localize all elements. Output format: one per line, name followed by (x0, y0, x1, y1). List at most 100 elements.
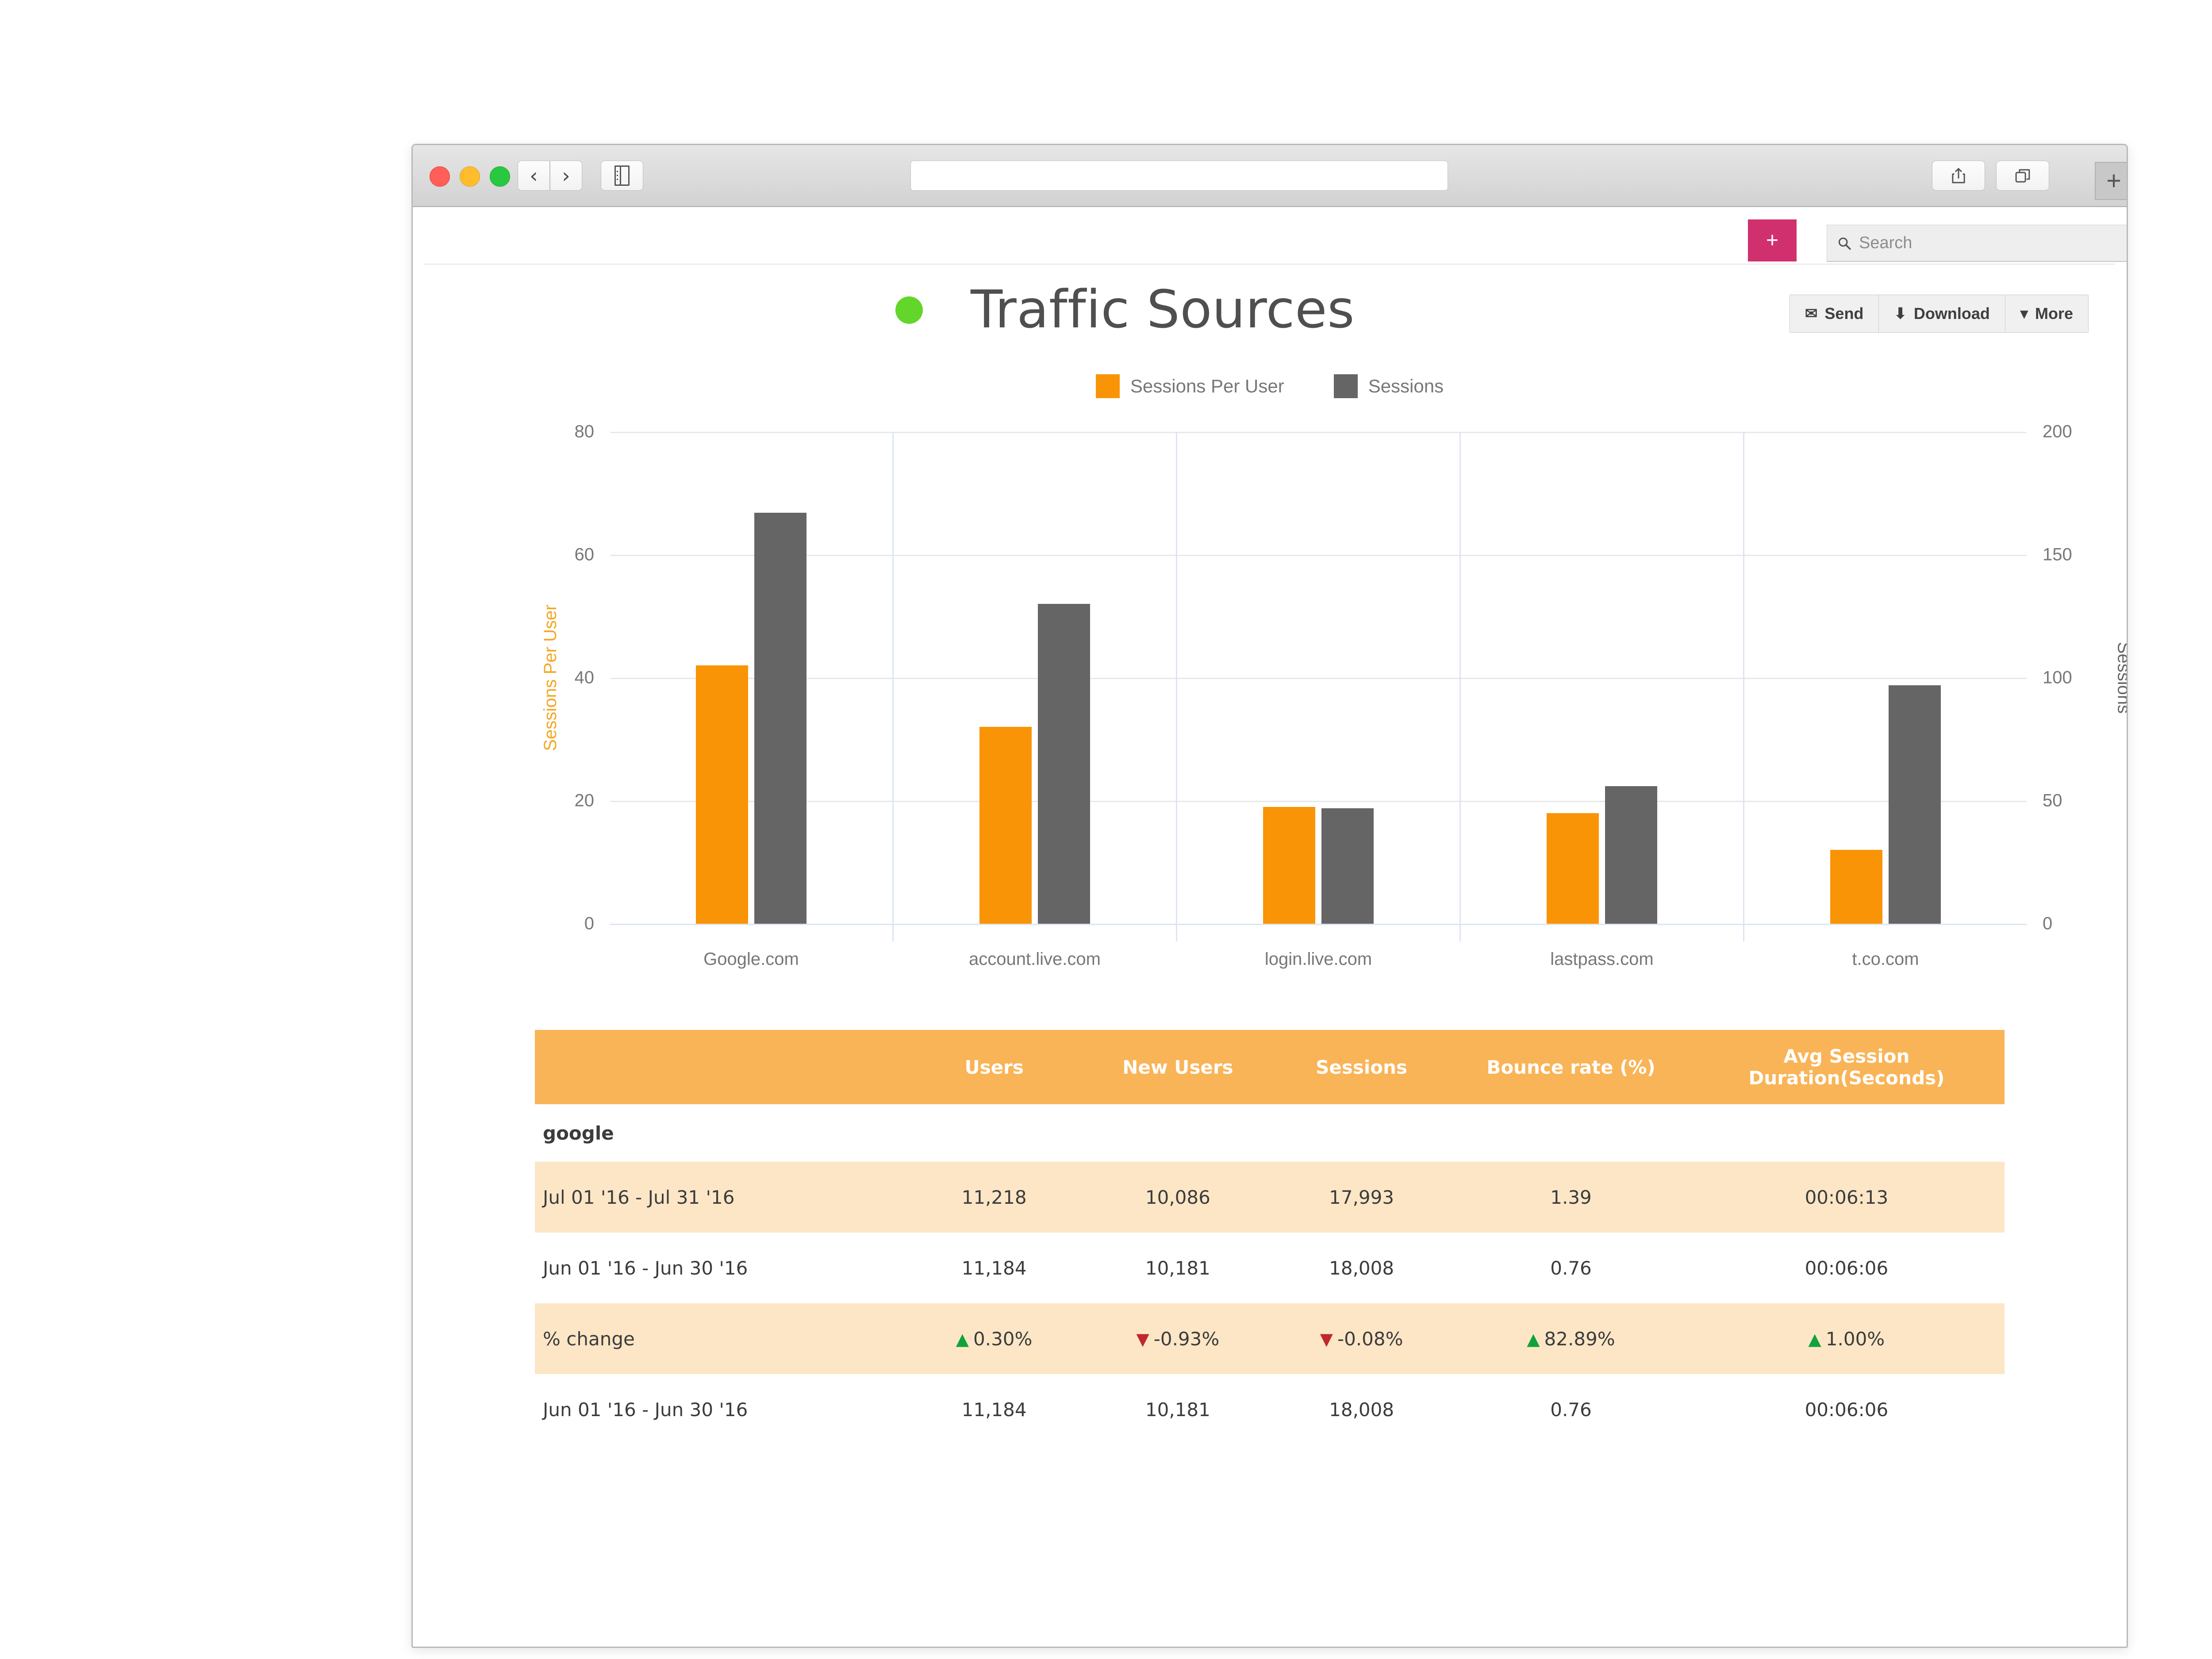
table-group-label: google (535, 1104, 2005, 1162)
metrics-table: Users New Users Sessions Bounce rate (%)… (424, 1030, 2115, 1445)
legend-item-sessions-per-user[interactable]: Sessions Per User (1095, 374, 1284, 398)
x-axis-tick-label: account.live.com (969, 949, 1101, 969)
table-cell-duration: 00:06:06 (1688, 1374, 2005, 1445)
table-cell-new-users: ▼ -0.93% (1086, 1303, 1270, 1374)
x-axis-tick-mark (892, 924, 894, 941)
bar-sessions[interactable] (754, 513, 806, 924)
table-cell-users: 11,184 (902, 1233, 1086, 1303)
table-cell-value: -0.08% (1337, 1328, 1403, 1350)
show-tabs-button[interactable] (1996, 161, 2049, 191)
chart-category-group: t.co.com (1744, 432, 2027, 969)
browser-titlebar: ‹ › + (413, 145, 2127, 207)
column-header-users: Users (902, 1030, 1086, 1104)
column-header-avg-session-duration: Avg Session Duration(Seconds) (1688, 1030, 2005, 1104)
table-cell-value: 0.30% (973, 1328, 1033, 1350)
chart-category-group: login.live.com (1177, 432, 1461, 969)
app-toolbar: + Search (424, 207, 2127, 265)
chevron-left-icon: ‹ (530, 164, 538, 188)
table-cell-value: 82.89% (1544, 1328, 1615, 1350)
x-axis-tick-mark (1743, 924, 1744, 941)
sidebar-toggle-button[interactable] (601, 161, 643, 191)
table-cell-sessions: 18,008 (1270, 1374, 1454, 1445)
caret-down-icon: ▾ (2020, 305, 2028, 322)
bar-sessions[interactable] (1321, 808, 1374, 924)
back-button[interactable]: ‹ (518, 161, 550, 191)
more-button[interactable]: ▾ More (2005, 295, 2088, 332)
bar-sessions-per-user[interactable] (979, 727, 1032, 924)
x-axis-tick-label: t.co.com (1852, 949, 1919, 969)
maximize-window-button[interactable] (490, 166, 510, 187)
bar-sessions[interactable] (1605, 786, 1657, 924)
table-row[interactable]: Jun 01 '16 - Jun 30 '16 11,184 10,181 18,00… (535, 1374, 2005, 1445)
table-cell-sessions: 18,008 (1270, 1233, 1454, 1303)
y2-axis-tick: 100 (2043, 668, 2072, 687)
table-cell-new-users: 10,181 (1086, 1374, 1270, 1445)
bar-sessions-per-user[interactable] (1263, 806, 1315, 924)
legend-swatch-sessions-per-user (1095, 374, 1120, 398)
table-row[interactable]: Jun 01 '16 - Jun 30 '16 11,184 10,181 18,00… (535, 1233, 2005, 1303)
y2-axis-tick: 0 (2043, 914, 2053, 933)
legend-item-sessions[interactable]: Sessions (1333, 374, 1444, 398)
column-header-sessions: Sessions (1270, 1030, 1454, 1104)
y-axis-tick: 60 (574, 545, 595, 565)
table-cell-users: 11,218 (902, 1162, 1086, 1233)
trend-down-icon: ▼ (1136, 1329, 1149, 1349)
traffic-sources-chart: Sessions Per User Sessions Sessions Per … (424, 353, 2127, 1030)
bar-sessions-per-user[interactable] (1830, 850, 1882, 924)
y-axis-tick: 20 (574, 791, 595, 810)
envelope-icon: ✉ (1805, 305, 1818, 322)
table-cell-users: 11,184 (902, 1374, 1086, 1445)
table-cell-bounce: ▲ 82.89% (1453, 1303, 1689, 1374)
bar-sessions-per-user[interactable] (1547, 813, 1599, 924)
trend-up-icon: ▲ (1527, 1329, 1540, 1349)
trend-down-icon: ▼ (1320, 1329, 1333, 1349)
y2-axis-title: Sessions (2114, 641, 2128, 714)
add-button[interactable]: + (1748, 219, 1797, 261)
table-cell-bounce: 0.76 (1453, 1374, 1689, 1445)
bar-sessions[interactable] (1038, 604, 1090, 924)
x-axis-tick-label: lastpass.com (1550, 949, 1654, 969)
table-cell-value: -0.93% (1153, 1328, 1220, 1350)
sidebar-icon (614, 165, 630, 186)
share-button[interactable] (1932, 161, 1985, 191)
gridline (610, 924, 2027, 925)
search-input[interactable]: Search (1827, 225, 2127, 262)
close-window-button[interactable] (430, 166, 450, 187)
y2-axis-tick: 50 (2043, 791, 2062, 810)
column-header-label (535, 1030, 902, 1104)
window-controls (430, 166, 510, 187)
bar-sessions-per-user[interactable] (696, 665, 748, 924)
table-cell-duration: ▲ 1.00% (1688, 1303, 2005, 1374)
x-axis-tick-mark (1459, 924, 1461, 941)
table-cell-new-users: 10,086 (1086, 1162, 1270, 1233)
y2-axis-tick: 200 (2043, 422, 2072, 442)
search-icon (1838, 237, 1851, 250)
table-row[interactable]: % change ▲ 0.30% ▼ -0.93% ▼ -0.08% ▲ 82.89% ▲ 1.00… (535, 1303, 2005, 1374)
chart-plot-area: Sessions Per User Sessions 0 20 40 60 80 0 50 1… (541, 422, 2127, 969)
table-cell-period: Jun 01 '16 - Jun 30 '16 (535, 1233, 902, 1303)
chart-legend: Sessions Per User Sessions (424, 374, 2115, 398)
table-cell-bounce: 1.39 (1453, 1162, 1689, 1233)
table-cell-bounce: 0.76 (1453, 1233, 1689, 1303)
table-row[interactable]: Jul 01 '16 - Jul 31 '16 11,218 10,086 17,99… (535, 1162, 2005, 1233)
legend-label-sessions-per-user: Sessions Per User (1130, 376, 1284, 396)
download-button-label: Download (1913, 304, 1990, 323)
table-cell-value: 1.00% (1825, 1328, 1885, 1350)
chart-category-group: lastpass.com (1461, 432, 1744, 969)
download-button[interactable]: ⬇ Download (1879, 295, 2005, 332)
column-header-new-users: New Users (1086, 1030, 1270, 1104)
send-button-label: Send (1824, 304, 1864, 323)
bar-sessions[interactable] (1889, 685, 1941, 924)
chart-bars: Google.com account.live.com login.live.com… (610, 432, 2027, 969)
send-button[interactable]: ✉ Send (1790, 295, 1879, 332)
new-tab-button[interactable]: + (2095, 162, 2127, 200)
forward-button[interactable]: › (550, 161, 582, 191)
table-body: google Jul 01 '16 - Jul 31 '16 11,218 10,08… (535, 1104, 2005, 1445)
legend-swatch-sessions (1333, 374, 1358, 398)
table-cell-duration: 00:06:13 (1688, 1162, 2005, 1233)
minimize-window-button[interactable] (460, 166, 480, 187)
table-header-row: Users New Users Sessions Bounce rate (%)… (535, 1030, 2005, 1104)
table-cell-period: Jul 01 '16 - Jul 31 '16 (535, 1162, 902, 1233)
url-input[interactable] (910, 161, 1448, 191)
y-axis-tick: 0 (584, 914, 594, 933)
